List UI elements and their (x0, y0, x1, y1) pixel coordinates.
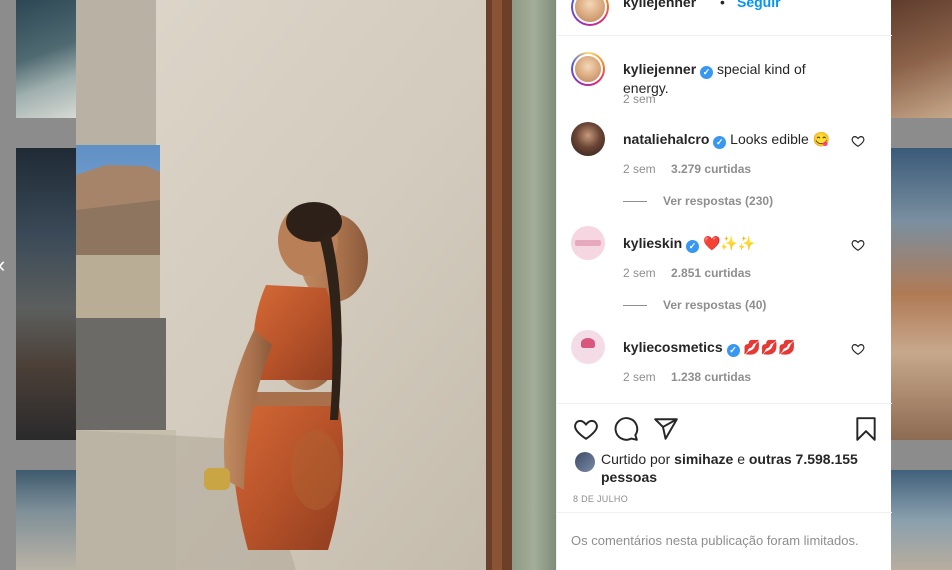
header-separator: • (720, 0, 725, 10)
comment-meta: 2 sem 2.851 curtidas (623, 266, 751, 280)
comment-username[interactable]: kylieskin (623, 235, 682, 251)
comment-meta: 2 sem 1.238 curtidas (623, 370, 751, 384)
comment-username[interactable]: kyliecosmetics (623, 339, 723, 355)
verified-badge-icon: ✓ (713, 136, 727, 149)
commenter-avatar[interactable] (571, 122, 605, 156)
commenter-avatar[interactable] (571, 330, 605, 364)
view-replies-button[interactable]: Ver respostas (230) (623, 194, 773, 208)
caption-username[interactable]: kyliejenner (623, 61, 696, 77)
view-replies-label[interactable]: Ver respostas (230) (663, 194, 773, 208)
comment-text: kylieskin ✓ ❤️✨✨ (623, 234, 843, 253)
author-avatar[interactable] (571, 0, 609, 26)
post-date[interactable]: 8 DE JULHO (573, 494, 628, 504)
replies-divider (623, 305, 647, 306)
limited-notice-text: Os comentários nesta publicação foram li… (571, 533, 859, 548)
post-header: kyliejenner • Seguir ••• (557, 0, 892, 36)
caption-text: kyliejenner ✓ special kind of energy. (623, 60, 843, 97)
background-post-thumbnail (16, 148, 76, 440)
post-actions: Curtido por simihaze e outras 7.598.155 … (557, 403, 892, 513)
comment-username[interactable]: nataliehalcro (623, 131, 709, 147)
view-replies-button[interactable]: Ver respostas (40) (623, 298, 766, 312)
previous-post-arrow-icon[interactable]: ‹ (0, 254, 10, 276)
liker-username[interactable]: simihaze (674, 451, 733, 467)
view-replies-label[interactable]: Ver respostas (40) (663, 298, 766, 312)
verified-badge-icon: ✓ (686, 240, 700, 253)
follow-button[interactable]: Seguir (737, 0, 781, 10)
post-photo[interactable] (76, 0, 556, 570)
likes-prefix: Curtido por (601, 451, 671, 467)
likes-conjunction: e (737, 451, 745, 467)
likes-text: Curtido por simihaze e outras 7.598.155 … (601, 450, 861, 486)
comment-text: nataliehalcro ✓ Looks edible 😋 (623, 130, 843, 149)
comment-time[interactable]: 2 sem (623, 370, 656, 384)
comment-like-heart-icon[interactable] (851, 238, 865, 252)
comment-bubble-icon[interactable] (613, 416, 639, 442)
caption-author-avatar[interactable] (571, 52, 605, 86)
heart-outline-icon[interactable] (573, 416, 599, 442)
comment-likes[interactable]: 2.851 curtidas (671, 266, 751, 280)
comment-likes[interactable]: 1.238 curtidas (671, 370, 751, 384)
comment-like-heart-icon[interactable] (851, 342, 865, 356)
post-detail-panel: kyliejenner • Seguir ••• kyliejenner ✓ s… (556, 0, 892, 570)
comment-text: kyliecosmetics ✓ 💋💋💋 (623, 338, 843, 357)
more-options-icon[interactable]: ••• (857, 0, 877, 8)
comment-meta: 2 sem 3.279 curtidas (623, 162, 751, 176)
background-post-thumbnail (891, 470, 952, 570)
background-post-thumbnail (16, 0, 76, 118)
commenter-avatar[interactable] (571, 226, 605, 260)
caption-meta: 2 sem (623, 92, 656, 106)
background-post-thumbnail (891, 0, 952, 118)
replies-divider (623, 201, 647, 202)
author-username[interactable]: kyliejenner (623, 0, 696, 10)
bookmark-icon[interactable] (853, 416, 879, 442)
comment-time[interactable]: 2 sem (623, 266, 656, 280)
comments-limited-notice: Os comentários nesta publicação foram li… (557, 512, 892, 570)
caption-time[interactable]: 2 sem (623, 92, 656, 106)
comment-body: 💋💋💋 (743, 339, 796, 355)
comment-like-heart-icon[interactable] (851, 134, 865, 148)
verified-badge-icon: ✓ (700, 66, 714, 79)
background-post-thumbnail (891, 148, 952, 440)
comment-time[interactable]: 2 sem (623, 162, 656, 176)
verified-badge-icon: ✓ (726, 344, 740, 357)
comment-likes[interactable]: 3.279 curtidas (671, 162, 751, 176)
comment-body: ❤️✨✨ (702, 235, 756, 251)
comment-body: Looks edible 😋 (730, 131, 831, 147)
liker-avatar[interactable] (575, 452, 595, 472)
background-post-thumbnail (16, 470, 76, 570)
paper-plane-icon[interactable] (653, 416, 679, 442)
